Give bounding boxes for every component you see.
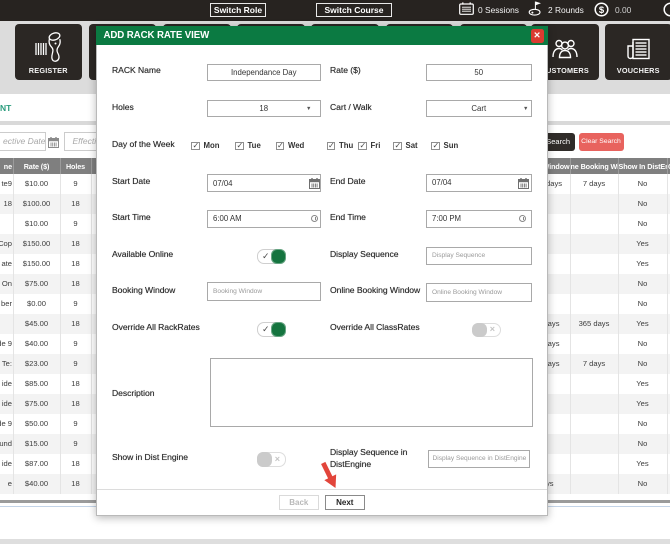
svg-text:$: $	[599, 4, 605, 15]
